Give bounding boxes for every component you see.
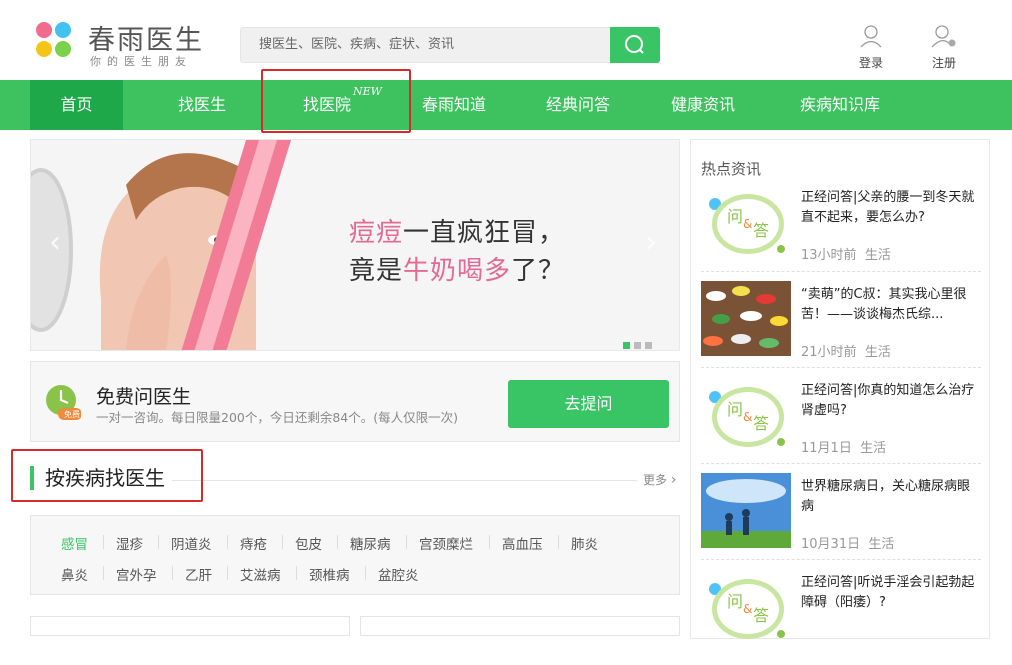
svg-text:答: 答	[753, 414, 769, 433]
svg-text:&: &	[743, 602, 752, 616]
disease-tag[interactable]: 阴道炎	[171, 533, 212, 553]
nav-disease-library[interactable]: 疾病知识库	[786, 80, 894, 130]
carousel-dot[interactable]	[623, 342, 630, 349]
news-title[interactable]: 正经问答|你真的知道怎么治疗肾虚吗?	[801, 381, 979, 421]
nav-find-doctor[interactable]: 找医生	[160, 80, 244, 130]
svg-text:答: 答	[753, 221, 769, 240]
qa-thumb-icon: 问 & 答	[701, 377, 791, 452]
banner-prev-arrow[interactable]: ‹	[49, 228, 61, 258]
disease-tag[interactable]: 包皮	[295, 533, 322, 553]
nav-classic-qa[interactable]: 经典问答	[536, 80, 620, 130]
svg-text:问: 问	[727, 400, 743, 419]
news-item[interactable]: 世界糖尿病日，关心糖尿病眼病 10月31日 生活	[701, 473, 981, 569]
free-badge: 免费	[64, 410, 80, 419]
free-ask-desc: 一对一咨询。每日限量200个，今日还剩余84个。(每人仅限一次)	[96, 410, 459, 425]
content-card	[30, 616, 350, 636]
login-label: 登录	[858, 56, 883, 70]
highlight-box-hospital	[261, 69, 411, 133]
news-item[interactable]: “卖萌”的C叔：其实我心里很苦！——谈谈梅杰氏综... 21小时前 生活	[701, 281, 981, 377]
user-icon	[860, 25, 882, 48]
disease-tag[interactable]: 感冒	[61, 533, 88, 553]
pills-thumb	[701, 281, 791, 356]
carousel-indicators	[623, 334, 656, 350]
main-nav: 首页 找医生 找医院 NEW 春雨知道 经典问答 健康资讯 疾病知识库	[0, 80, 1012, 130]
logo-icon[interactable]	[36, 22, 72, 58]
content-card	[360, 616, 680, 636]
news-item[interactable]: 问 & 答 正经问答|你真的知道怎么治疗肾虚吗? 11月1日 生活	[701, 377, 981, 473]
disease-tag[interactable]: 湿疹	[116, 533, 143, 553]
sidebar-title: 热点资讯	[701, 160, 762, 178]
news-item[interactable]: 问 & 答 正经问答|听说手淫会引起勃起障碍（阳痿）?	[701, 569, 981, 665]
disease-tag[interactable]: 鼻炎	[61, 564, 88, 584]
search-input[interactable]: 搜医生、医院、疾病、症状、资讯	[240, 27, 610, 63]
brand-name[interactable]: 春雨医生	[88, 18, 204, 57]
svg-text:问: 问	[727, 207, 743, 226]
news-meta: 13小时前 生活	[801, 248, 891, 263]
disease-tag[interactable]: 宫外孕	[116, 564, 157, 584]
nav-home[interactable]: 首页	[30, 80, 123, 130]
sky-thumb	[701, 473, 791, 548]
hot-news-sidebar: 热点资讯 问 & 答 正经问答|父亲的腰一到冬天就直不起来，要怎么办? 13小时…	[690, 139, 990, 639]
svg-text:&: &	[743, 217, 752, 231]
qa-thumb-icon: 问 & 答	[701, 569, 791, 644]
carousel-dot[interactable]	[645, 342, 652, 349]
search-icon	[625, 35, 644, 54]
register-label: 注册	[931, 56, 956, 70]
banner-headline-2: 竟是牛奶喝多了？	[349, 256, 566, 286]
nav-health-news[interactable]: 健康资讯	[661, 80, 745, 130]
nav-chunyu-zhidao[interactable]: 春雨知道	[412, 80, 496, 130]
ask-question-button[interactable]: 去提问	[508, 380, 669, 428]
svg-text:&: &	[743, 410, 752, 424]
news-title[interactable]: 正经问答|听说手淫会引起勃起障碍（阳痿）?	[801, 573, 979, 613]
banner-carousel[interactable]: ‹ › 痘痘一直疯狂冒， 竟是牛奶喝多了？	[30, 139, 680, 351]
free-ask-title: 免费问医生	[96, 386, 192, 408]
disease-tag[interactable]: 高血压	[502, 533, 543, 553]
disease-tag[interactable]: 痔疮	[240, 533, 267, 553]
news-meta: 11月1日 生活	[801, 441, 887, 456]
news-meta: 10月31日 生活	[801, 537, 895, 552]
section-divider	[172, 480, 637, 481]
news-title[interactable]: “卖萌”的C叔：其实我心里很苦！——谈谈梅杰氏综...	[801, 285, 979, 325]
banner-headline-1: 痘痘一直疯狂冒，	[349, 218, 566, 248]
svg-text:问: 问	[727, 592, 743, 611]
login-link[interactable]: 登录	[851, 24, 891, 71]
banner-next-arrow[interactable]: ›	[645, 228, 657, 258]
highlight-box-section	[11, 449, 203, 502]
banner-illustration	[31, 140, 291, 350]
disease-tag[interactable]: 乙肝	[185, 564, 212, 584]
chevron-right-icon: ›	[670, 472, 677, 488]
search-button[interactable]	[610, 27, 660, 63]
free-ask-panel: 免费 免费问医生 一对一咨询。每日限量200个，今日还剩余84个。(每人仅限一次…	[30, 361, 680, 442]
disease-tag[interactable]: 肺炎	[571, 533, 598, 553]
news-item[interactable]: 问 & 答 正经问答|父亲的腰一到冬天就直不起来，要怎么办? 13小时前 生活	[701, 184, 981, 280]
disease-tags: 感冒 湿疹 阴道炎 痔疮 包皮 糖尿病 宫颈糜烂 高血压 肺炎 鼻炎 宫外孕 乙…	[30, 515, 680, 595]
disease-tag[interactable]: 艾滋病	[240, 564, 281, 584]
brand-slogan: 你的医生朋友	[90, 55, 192, 68]
disease-tag[interactable]: 宫颈糜烂	[419, 533, 473, 553]
disease-tag[interactable]: 盆腔炎	[378, 564, 419, 584]
qa-thumb-icon: 问 & 答	[701, 184, 791, 259]
news-title[interactable]: 正经问答|父亲的腰一到冬天就直不起来，要怎么办?	[801, 188, 979, 228]
user-add-icon	[931, 25, 956, 48]
news-title[interactable]: 世界糖尿病日，关心糖尿病眼病	[801, 477, 979, 517]
disease-tag[interactable]: 颈椎病	[309, 564, 350, 584]
header: 春雨医生 你的医生朋友 搜医生、医院、疾病、症状、资讯 登录 注册	[0, 0, 1012, 80]
news-meta: 21小时前 生活	[801, 345, 891, 360]
carousel-dot[interactable]	[634, 342, 641, 349]
svg-text:答: 答	[753, 606, 769, 625]
disease-tag[interactable]: 糖尿病	[350, 533, 391, 553]
register-link[interactable]: 注册	[924, 24, 964, 71]
more-link[interactable]: 更多 ›	[643, 471, 676, 488]
